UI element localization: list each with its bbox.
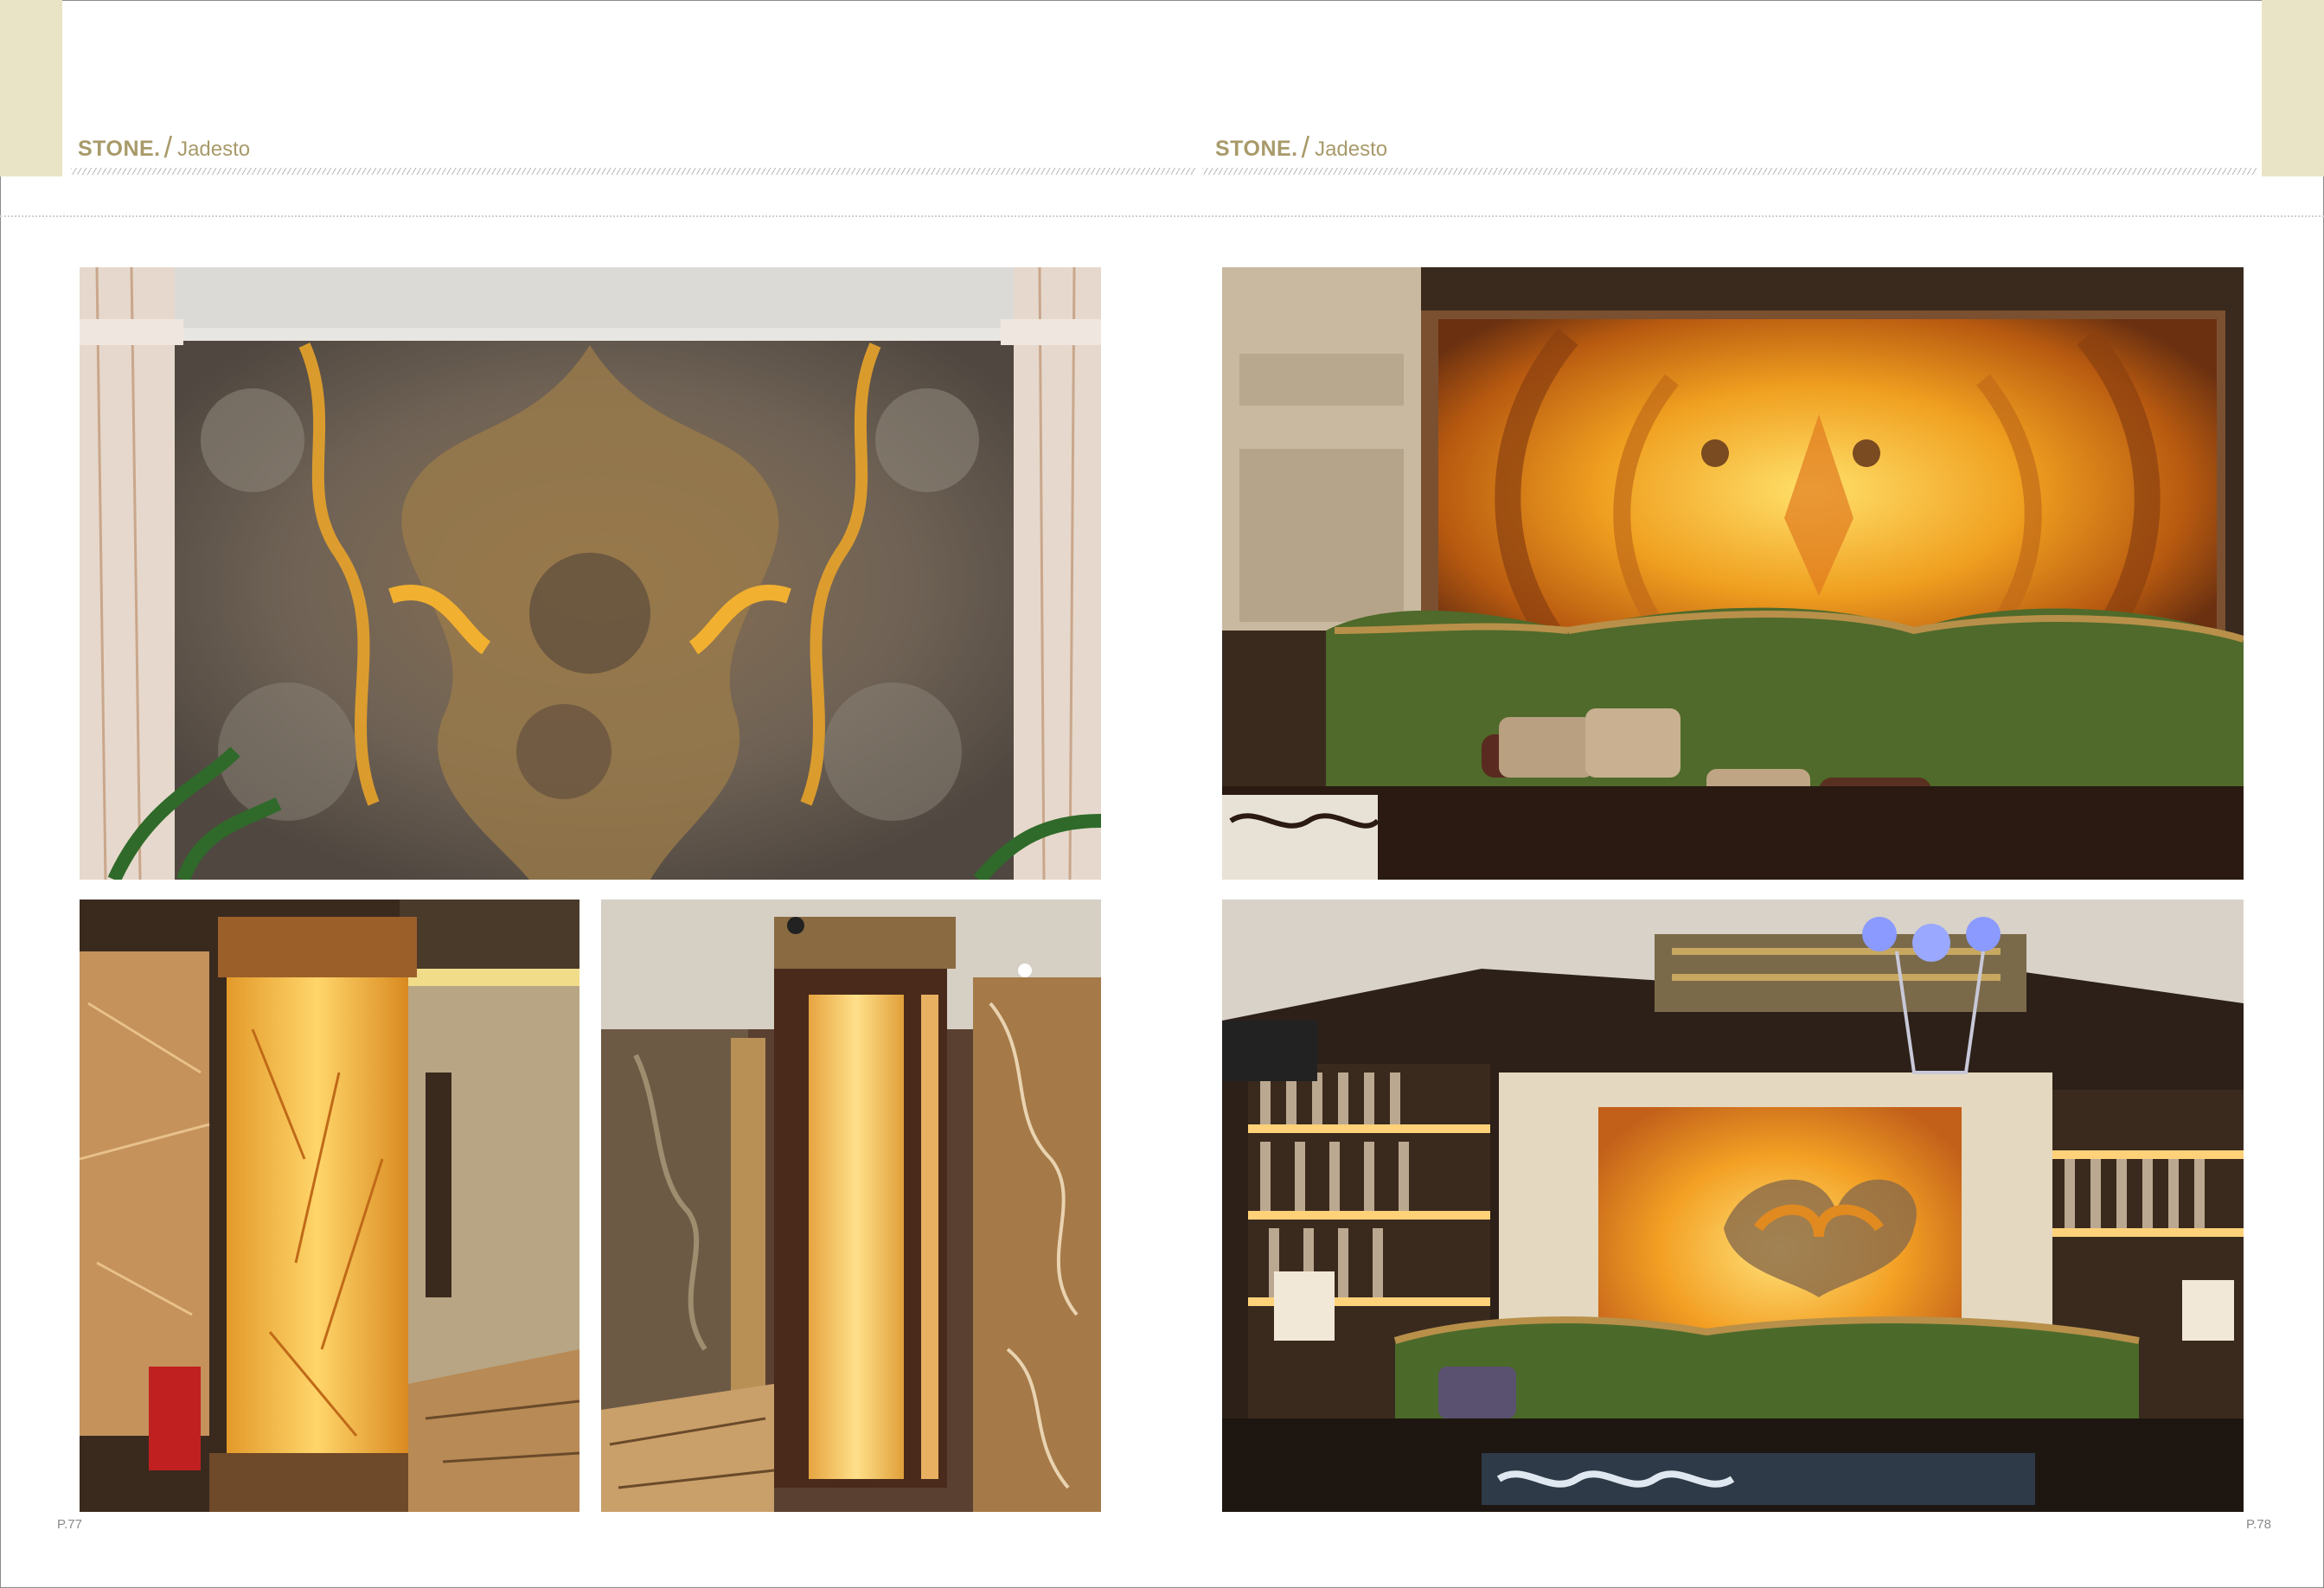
backlit-onyx-wall-bookshelves-chandelier-photo	[1222, 900, 2244, 1512]
backlit-onyx-wall-green-sofa-photo	[1222, 267, 2244, 880]
backlit-onyx-pillar-hallway-photo	[80, 900, 579, 1512]
header-slash: /	[163, 131, 173, 164]
page-number-left: P.77	[57, 1517, 82, 1532]
onyx-wall-panel-columns-photo	[80, 267, 1101, 880]
page-number-right: P.78	[2246, 1517, 2271, 1532]
brochure-spread: STONE. / Jadesto STONE. / Jadesto P.77 P…	[0, 0, 2324, 1588]
left-color-tab	[0, 0, 62, 176]
header-hatch-rule-left	[71, 168, 1195, 175]
brand-label: STONE.	[78, 137, 161, 161]
brand-label: STONE.	[1215, 137, 1298, 161]
dotted-divider	[0, 215, 2324, 217]
right-page-header: STONE. / Jadesto	[1215, 130, 1387, 164]
backlit-onyx-column-corridor-photo	[601, 900, 1101, 1512]
series-label: Jadesto	[177, 138, 251, 161]
right-color-tab	[2262, 0, 2324, 176]
header-slash: /	[1301, 131, 1310, 164]
left-page-header: STONE. / Jadesto	[78, 130, 250, 164]
header-hatch-rule-right	[1202, 168, 2257, 175]
series-label: Jadesto	[1315, 138, 1388, 161]
